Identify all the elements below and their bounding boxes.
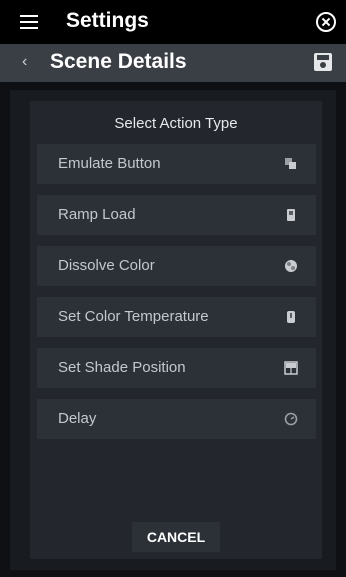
option-set-shade-position[interactable]: Set Shade Position xyxy=(37,348,316,388)
option-ramp-load[interactable]: Ramp Load xyxy=(37,195,316,235)
hamburger-menu-icon[interactable] xyxy=(20,15,38,29)
option-label: Set Color Temperature xyxy=(58,308,209,325)
option-dissolve-color[interactable]: Dissolve Color xyxy=(37,246,316,286)
temperature-switch-icon xyxy=(287,311,295,323)
keypad-buttons-icon xyxy=(285,158,296,169)
dimmer-switch-icon xyxy=(287,209,295,221)
save-icon[interactable] xyxy=(314,53,332,71)
sub-header: ‹ Scene Details xyxy=(0,44,346,82)
back-chevron-icon[interactable]: ‹ xyxy=(22,53,27,71)
option-set-color-temperature[interactable]: Set Color Temperature xyxy=(37,297,316,337)
section-title: Scene Details xyxy=(50,50,187,73)
option-label: Set Shade Position xyxy=(58,359,186,376)
app-header: Settings xyxy=(0,0,346,44)
page-title: Settings xyxy=(66,9,149,32)
select-action-dialog: Select Action Type Emulate Button Ramp L… xyxy=(30,101,322,559)
close-icon[interactable] xyxy=(316,12,336,32)
color-wheel-icon xyxy=(285,260,297,272)
option-label: Dissolve Color xyxy=(58,257,155,274)
option-label: Emulate Button xyxy=(58,155,161,172)
option-label: Ramp Load xyxy=(58,206,136,223)
option-delay[interactable]: Delay xyxy=(37,399,316,439)
cancel-button[interactable]: CANCEL xyxy=(132,522,220,552)
option-emulate-button[interactable]: Emulate Button xyxy=(37,144,316,184)
window-shade-icon xyxy=(284,361,298,375)
dialog-title: Select Action Type xyxy=(114,115,238,132)
timer-icon xyxy=(284,412,298,426)
option-label: Delay xyxy=(58,410,97,427)
